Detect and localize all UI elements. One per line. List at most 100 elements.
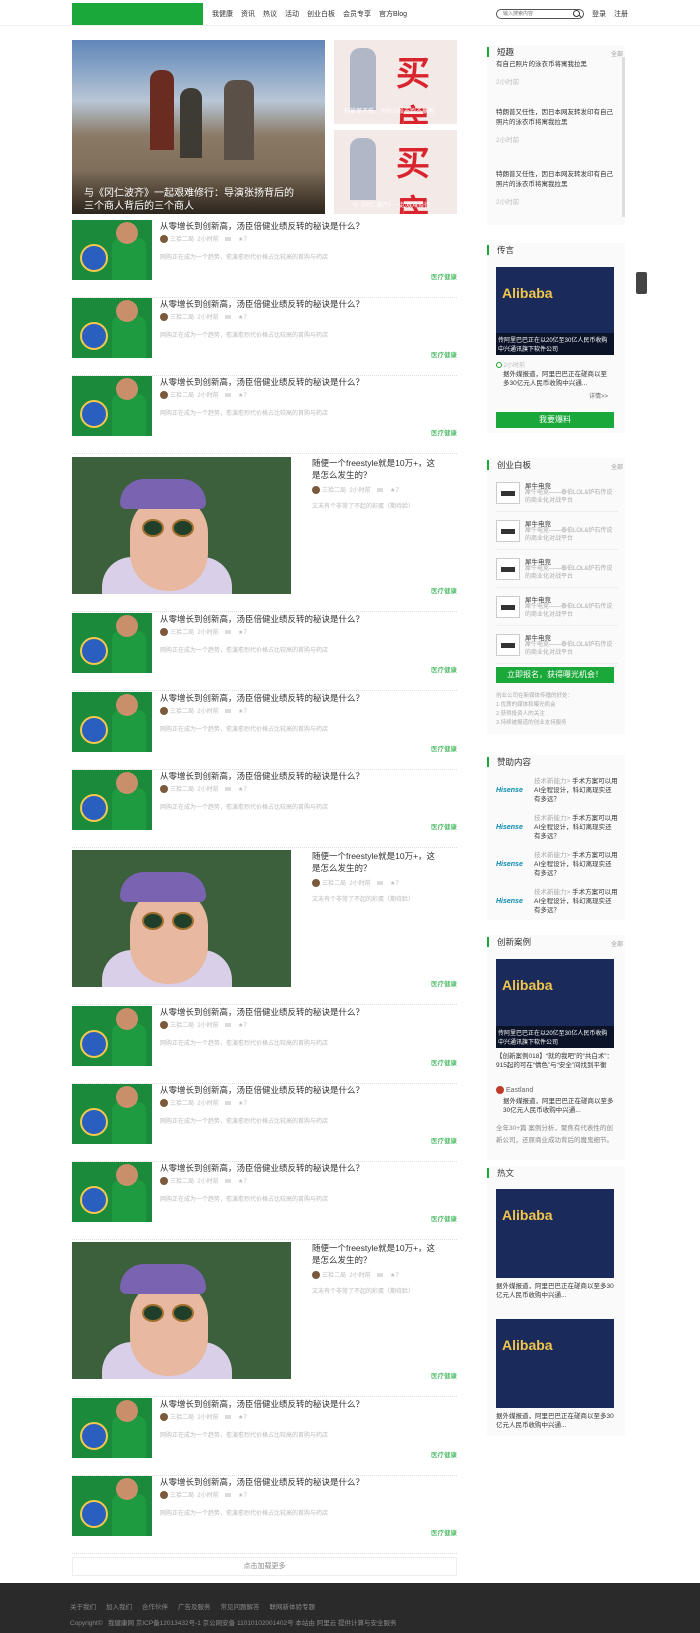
startup-item[interactable]: 犀牛电竞 犀牛电竞——泰伯LOL&炉石传说的商业化对战平台 <box>496 478 618 512</box>
signup-button[interactable]: 立即报名，获得曝光机会！ <box>496 667 614 683</box>
sponsor-item[interactable]: Hisense 技术新能力> 手术方案可以用AI全程设计，科幻离现实还有多远？ <box>496 886 618 920</box>
feed-item[interactable]: 从零增长到创新高，汤臣倍健业绩反转的秘诀是什么？ 三拾二局 2小时前 ★7 网购正在… <box>72 376 457 454</box>
article-tag[interactable]: 医疗健康 <box>431 821 457 831</box>
article-tag[interactable]: 医疗健康 <box>431 1370 457 1380</box>
cases-all-link[interactable]: 全部 <box>611 939 623 948</box>
comment-icon[interactable] <box>225 1023 232 1027</box>
article-tag[interactable]: 医疗健康 <box>431 271 457 281</box>
feed-item[interactable]: 从零增长到创新高，汤臣倍健业绩反转的秘诀是什么？ 三拾二局 2小时前 ★7 网购正在… <box>72 1006 457 1084</box>
article-title[interactable]: 从零增长到创新高，汤臣倍健业绩反转的秘诀是什么？ <box>160 376 364 388</box>
sponsor-item[interactable]: Hisense 技术新能力> 手术方案可以用AI全程设计，科幻离现实还有多远？ <box>496 849 618 883</box>
article-thumbnail[interactable] <box>72 1084 152 1144</box>
nav-item-news[interactable]: 资讯 <box>241 9 255 19</box>
feed-item[interactable]: 从零增长到创新高，汤臣倍健业绩反转的秘诀是什么？ 三拾二局 2小时前 ★7 网购正在… <box>72 298 457 376</box>
hot-image[interactable]: Alibaba <box>496 1319 614 1408</box>
startup-all-link[interactable]: 全部 <box>611 462 623 471</box>
search-input[interactable] <box>496 9 584 19</box>
comment-icon[interactable] <box>225 1493 232 1497</box>
startup-item[interactable]: 犀牛电竞 犀牛电竞——泰伯LOL&炉石传说的商业化对战平台 <box>496 630 618 664</box>
article-title[interactable]: 从零增长到创新高，汤臣倍健业绩反转的秘诀是什么？ <box>160 1006 364 1018</box>
hero-main[interactable]: 与《冈仁波齐》一起艰难修行：导演张扬背后的三个商人背后的三个商人 <box>72 40 325 214</box>
article-tag[interactable]: 医疗健康 <box>431 978 457 988</box>
footer-link[interactable]: 关于我们 <box>70 1601 96 1611</box>
nav-item-health[interactable]: 我健康 <box>212 9 233 19</box>
article-title[interactable]: 从零增长到创新高，汤臣倍健业绩反转的秘诀是什么？ <box>160 1084 364 1096</box>
article-thumbnail[interactable] <box>72 1476 152 1536</box>
sponsor-item[interactable]: Hisense 技术新能力> 手术方案可以用AI全程设计，科幻离现实还有多远？ <box>496 775 618 809</box>
comment-icon[interactable] <box>377 881 384 885</box>
cases-image[interactable]: Alibaba 传阿里巴巴正在以20亿至30亿人民币收购中兴通讯旗下软件公司 <box>496 959 614 1048</box>
rumor-more-link[interactable]: 详情>> <box>589 391 608 400</box>
startup-item[interactable]: 犀牛电竞 犀牛电竞——泰伯LOL&炉石传说的商业化对战平台 <box>496 554 618 588</box>
article-tag[interactable]: 医疗健康 <box>431 427 457 437</box>
article-title[interactable]: 随便一个freestyle就是10万+，这是怎么发生的？ <box>312 1242 437 1266</box>
article-thumbnail[interactable] <box>72 1398 152 1458</box>
flash-item[interactable]: 有自己照片的泳衣币将寓我拉黑 2小时前 <box>496 60 614 88</box>
comment-icon[interactable] <box>225 393 232 397</box>
nav-item-discuss[interactable]: 热议 <box>263 9 277 19</box>
article-thumbnail[interactable] <box>72 1162 152 1222</box>
comment-icon[interactable] <box>225 1101 232 1105</box>
article-title[interactable]: 从零增长到创新高，汤臣倍健业绩反转的秘诀是什么？ <box>160 692 364 704</box>
hot-item-text[interactable]: 据外媒报道，阿里巴巴正在磋商以至多30亿元人民币收购中兴通... <box>496 1282 616 1300</box>
comment-icon[interactable] <box>377 488 384 492</box>
comment-icon[interactable] <box>225 630 232 634</box>
rumor-image[interactable]: Alibaba 传阿里巴巴正在以20亿至30亿人民币收购中兴通讯旗下软件公司 <box>496 267 614 355</box>
article-tag[interactable]: 医疗健康 <box>431 585 457 595</box>
hero-side-2[interactable]: 买房 与《冈仁波齐》一起艰难修行 <box>334 130 457 214</box>
article-thumbnail[interactable] <box>72 613 152 673</box>
article-thumbnail[interactable] <box>72 220 152 280</box>
article-tag[interactable]: 医疗健康 <box>431 1057 457 1067</box>
hot-item-text[interactable]: 据外媒报道，阿里巴巴正在磋商以至多30亿元人民币收购中兴通... <box>496 1412 616 1430</box>
feed-item[interactable]: 从零增长到创新高，汤臣倍健业绩反转的秘诀是什么？ 三拾二局 2小时前 ★7 网购正在… <box>72 1398 457 1476</box>
article-tag[interactable]: 医疗健康 <box>431 664 457 674</box>
article-title[interactable]: 随便一个freestyle就是10万+，这是怎么发生的？ <box>312 457 437 481</box>
feed-item[interactable]: 从零增长到创新高，汤臣倍健业绩反转的秘诀是什么？ 三拾二局 2小时前 ★7 网购正在… <box>72 692 457 770</box>
comment-icon[interactable] <box>377 1273 384 1277</box>
comment-icon[interactable] <box>225 237 232 241</box>
article-thumbnail[interactable] <box>72 376 152 436</box>
article-thumbnail[interactable] <box>72 1006 152 1066</box>
nav-item-vip[interactable]: 会员专享 <box>343 9 371 19</box>
article-image[interactable] <box>72 850 291 987</box>
comment-icon[interactable] <box>225 1179 232 1183</box>
comment-icon[interactable] <box>225 709 232 713</box>
feedback-tab-icon[interactable] <box>636 272 647 294</box>
comment-icon[interactable] <box>225 315 232 319</box>
load-more-button[interactable]: 点击加载更多 <box>72 1557 457 1576</box>
flash-item[interactable]: 特朗普又任性，因日本网友转发印有自己照片的泳衣币将寓我拉黑 2小时前 <box>496 170 614 208</box>
feed-item-large[interactable]: 随便一个freestyle就是10万+，这是怎么发生的？ 三拾二局 2小时前 ★7… <box>72 848 457 1005</box>
nav-item-events[interactable]: 活动 <box>285 9 299 19</box>
comment-icon[interactable] <box>225 787 232 791</box>
article-title[interactable]: 从零增长到创新高，汤臣倍健业绩反转的秘诀是什么？ <box>160 1162 364 1174</box>
search-icon[interactable] <box>573 10 580 17</box>
nav-item-startup[interactable]: 创业白板 <box>307 9 335 19</box>
article-title[interactable]: 从零增长到创新高，汤臣倍健业绩反转的秘诀是什么？ <box>160 613 364 625</box>
feed-item-large[interactable]: 随便一个freestyle就是10万+，这是怎么发生的？ 三拾二局 2小时前 ★7… <box>72 455 457 612</box>
article-tag[interactable]: 医疗健康 <box>431 349 457 359</box>
feed-item-large[interactable]: 随便一个freestyle就是10万+，这是怎么发生的？ 三拾二局 2小时前 ★7… <box>72 1240 457 1397</box>
feed-item[interactable]: 从零增长到创新高，汤臣倍健业绩反转的秘诀是什么？ 三拾二局 2小时前 ★7 网购正在… <box>72 770 457 848</box>
article-title[interactable]: 从零增长到创新高，汤臣倍健业绩反转的秘诀是什么？ <box>160 1476 364 1488</box>
startup-item[interactable]: 犀牛电竞 犀牛电竞——泰伯LOL&炉石传说的商业化对战平台 <box>496 516 618 550</box>
article-thumbnail[interactable] <box>72 298 152 358</box>
article-title[interactable]: 从零增长到创新高，汤臣倍健业绩反转的秘诀是什么？ <box>160 1398 364 1410</box>
feed-item[interactable]: 从零增长到创新高，汤臣倍健业绩反转的秘诀是什么？ 三拾二局 2小时前 ★7 网购正在… <box>72 1162 457 1240</box>
article-image[interactable] <box>72 457 291 594</box>
article-thumbnail[interactable] <box>72 770 152 830</box>
article-tag[interactable]: 医疗健康 <box>431 743 457 753</box>
article-title[interactable]: 从零增长到创新高，汤臣倍健业绩反转的秘诀是什么？ <box>160 770 364 782</box>
login-link[interactable]: 登录 <box>592 9 606 19</box>
sponsor-item[interactable]: Hisense 技术新能力> 手术方案可以用AI全程设计，科幻离现实还有多远？ <box>496 812 618 846</box>
article-title[interactable]: 从零增长到创新高，汤臣倍健业绩反转的秘诀是什么？ <box>160 298 364 310</box>
report-button[interactable]: 我要爆料 <box>496 412 614 428</box>
flash-item[interactable]: 特朗普又任性，因日本网友转发印有自己照片的泳衣币将寓我拉黑 2小时前 <box>496 108 614 146</box>
article-thumbnail[interactable] <box>72 692 152 752</box>
footer-link[interactable]: 广告及服务 <box>178 1601 211 1611</box>
article-tag[interactable]: 医疗健康 <box>431 1135 457 1145</box>
article-title[interactable]: 随便一个freestyle就是10万+，这是怎么发生的？ <box>312 850 437 874</box>
feed-item[interactable]: 从零增长到创新高，汤臣倍健业绩反转的秘诀是什么？ 三拾二局 2小时前 ★7 网购正在… <box>72 1476 457 1554</box>
footer-link[interactable]: 联网新体验专题 <box>270 1601 316 1611</box>
comment-icon[interactable] <box>225 1415 232 1419</box>
site-logo[interactable] <box>72 3 203 25</box>
